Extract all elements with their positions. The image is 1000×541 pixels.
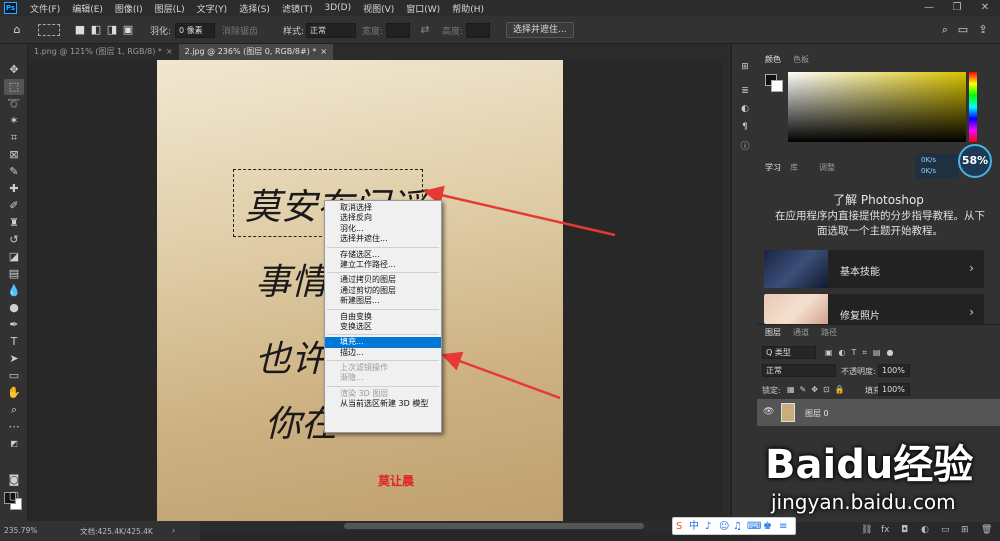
layer-thumbnail [781,403,795,422]
upload-speed: 0K/s [921,156,937,164]
menu-item-new-3d-from-selection[interactable]: 从当前选区新建 3D 模型 [325,399,441,409]
menu-item-feather[interactable]: 羽化... [325,224,441,234]
panel-divider [757,324,1000,325]
lock-label: 锁定: [762,386,781,395]
menu-separator [327,360,439,362]
zoom-level[interactable]: 235.79% [4,526,37,535]
card-label: 修复照片 [840,311,880,322]
learn-card-basic-skills[interactable]: 基本技能 › [764,250,984,288]
blend-mode-select[interactable]: 正常 [762,364,836,377]
ime-voice-icon[interactable]: ♫ [733,520,742,533]
info-icon[interactable]: ⓘ [738,140,752,154]
ime-logo-icon[interactable]: S [676,520,682,533]
learn-description: 在应用程序内直接提供的分步指导教程。从下面选取一个主题开始教程。 [775,210,985,237]
ime-keyboard-icon[interactable]: ⌨ [747,520,761,533]
menu-item-fade: 渐隐... [340,373,364,383]
document-size: 文档:425.4K/425.4K [80,527,153,536]
fx-icon[interactable]: fx [881,525,890,535]
layer-row[interactable]: 👁 图层 0 [757,399,1000,426]
tab-adjustments[interactable]: 调整 [819,162,835,173]
baidu-logo: Baidu经验 [765,442,974,488]
menu-separator [327,272,439,274]
card-label: 基本技能 [840,267,880,278]
ime-toolbar: S 中 ♪ ☺ ♫ ⌨ ♚ ≡ [672,517,796,535]
baidu-watermark: Baidu经验 jingyan.baidu.com [765,432,1000,522]
new-layer-icon[interactable]: ⊞ [961,525,969,535]
tab-layers[interactable]: 图层 [765,327,781,338]
arrow-to-fill [441,351,561,400]
hue-slider[interactable] [969,72,977,142]
menu-item-select-and-mask[interactable]: 选择并遮住... [325,234,441,244]
learn-card-fix-photo[interactable]: 修复照片 › [764,294,984,324]
network-speed-widget: 0K/s 0K/s [915,153,959,179]
tab-learn[interactable]: 学习 [765,162,781,173]
scrollbar-thumb[interactable] [344,523,644,529]
tab-channels[interactable]: 通道 [793,327,809,338]
panel-icon-column: ⊞ ≣ ◐ ¶ ⓘ [731,44,757,521]
mask-icon[interactable]: ◘ [901,525,908,535]
menu-item-render-3d: 渲染 3D 图层 [340,388,389,398]
layer-filter-select[interactable]: Q 类型 [762,346,816,359]
paragraph-icon[interactable]: ¶ [738,120,752,134]
adjustments-icon[interactable]: ◐ [738,102,752,116]
card-thumbnail [764,294,828,324]
context-menu: 取消选择 选择反向 羽化... 选择并遮住... 存储选区... 建立工作路径.… [324,200,442,433]
layer-name[interactable]: 图层 0 [805,408,829,419]
ime-menu-icon[interactable]: ≡ [779,520,787,533]
menu-item-layer-via-copy[interactable]: 通过拷贝的图层 [325,275,441,285]
status-arrow-icon[interactable]: › [172,526,175,535]
card-thumbnail [764,250,828,288]
opacity-input[interactable]: 100% [878,364,910,377]
cpu-gauge[interactable]: 58% [958,144,992,178]
tab-paths[interactable]: 路径 [821,327,837,338]
group-icon[interactable]: ▭ [941,525,950,535]
delete-layer-icon[interactable]: 🗑 [981,525,992,535]
lock-icons[interactable]: ▦✎✥⊡🔒 [787,385,850,394]
vertical-scrollbar[interactable] [722,60,730,521]
menu-item-new-layer[interactable]: 新建图层... [325,296,441,306]
chevron-right-icon: › [969,261,974,275]
fill-input[interactable]: 100% [878,383,910,396]
menu-item-stroke[interactable]: 描边... [325,348,441,358]
menu-separator [327,385,439,387]
menu-item-deselect[interactable]: 取消选择 [325,203,441,213]
menu-item-fill[interactable]: 填充... [325,337,441,348]
menu-item-inverse[interactable]: 选择反向 [325,213,441,223]
adjustment-layer-icon[interactable]: ◐ [921,525,929,535]
ime-emoji-icon[interactable]: ☺ [719,520,729,533]
ime-mode-label[interactable]: 中 [689,520,699,533]
color-background-swatch[interactable] [771,80,783,92]
tab-color[interactable]: 颜色 [765,54,781,65]
link-layers-icon[interactable]: ⛓ [861,525,872,535]
download-speed: 0K/s [921,167,937,175]
layer-filter-icons[interactable]: ▣◐T⌗▤● [825,348,899,358]
menu-item-make-work-path[interactable]: 建立工作路径... [325,260,441,270]
menu-separator [327,334,439,336]
tab-libraries[interactable]: 库 [790,162,798,173]
chevron-right-icon: › [969,305,974,319]
tab-swatches[interactable]: 色板 [793,54,809,65]
eye-icon[interactable]: 👁 [763,407,774,417]
history-icon[interactable]: ⊞ [738,60,752,74]
opacity-label: 不透明度: [841,367,876,376]
menu-item-transform-selection[interactable]: 变换选区 [325,322,441,332]
properties-icon[interactable]: ≣ [738,84,752,98]
menu-separator [327,246,439,248]
color-field[interactable] [788,72,966,163]
menu-item-free-transform[interactable]: 自由变换 [325,312,441,322]
ime-skin-icon[interactable]: ♚ [763,520,772,533]
ime-punctuation-icon[interactable]: ♪ [705,520,711,533]
baidu-url: jingyan.baidu.com [771,490,956,514]
arrow-to-selection [423,185,616,237]
menu-separator [327,308,439,310]
photoshop-window: { "menubar": { "logo": "Ps", "items": ["… [0,0,1000,541]
menu-item-save-selection[interactable]: 存储选区... [325,250,441,260]
menu-item-layer-via-cut[interactable]: 通过剪切的图层 [325,286,441,296]
menu-item-last-filter: 上次滤镜操作 [340,363,388,373]
status-bar: 235.79% 文档:425.4K/425.4K › [0,521,200,541]
learn-title: 了解 Photoshop [833,193,924,207]
